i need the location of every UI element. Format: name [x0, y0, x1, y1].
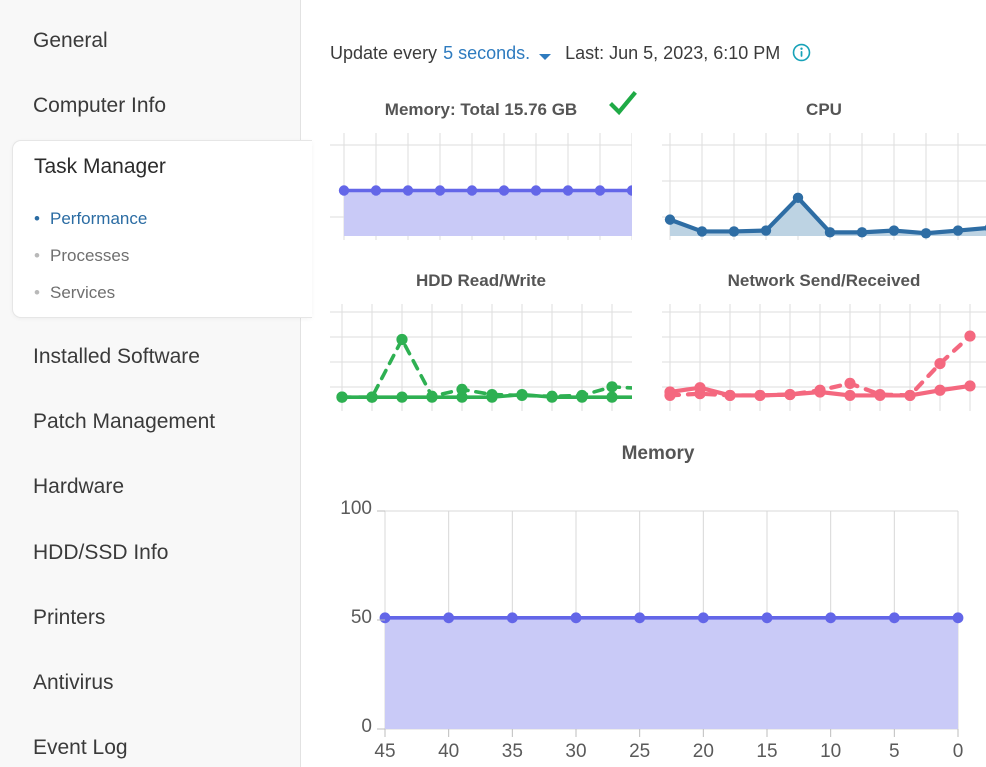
chart-network-mini-canvas — [662, 304, 986, 411]
bullet-icon: • — [34, 209, 40, 228]
x-axis-tick-label: 20 — [692, 741, 714, 762]
info-circle-icon[interactable] — [792, 43, 811, 67]
chart-memory-main: Memory 0 50 100 45 40 35 30 25 20 15 10 5 0 — [330, 443, 986, 767]
sidebar-item-computer-info[interactable]: Computer Info — [0, 73, 300, 138]
x-axis-tick-label: 30 — [565, 741, 587, 762]
sidebar-item-antivirus[interactable]: Antivirus — [0, 650, 300, 715]
x-axis-tick-label: 15 — [756, 741, 778, 762]
refresh-bar: Update every 5 seconds. Last: Jun 5, 202… — [330, 41, 811, 65]
chart-cpu-mini-title: CPU — [806, 100, 842, 119]
sidebar-item-general[interactable]: General — [0, 8, 300, 73]
sidebar-subitem-services[interactable]: • Services — [34, 283, 115, 303]
sidebar-subitem-performance-label: Performance — [50, 209, 148, 228]
chart-memory-main-title: Memory — [621, 443, 695, 464]
last-update-label: Last: Jun 5, 2023, 6:10 PM — [565, 42, 781, 63]
y-axis-tick-label: 0 — [361, 716, 372, 737]
sidebar-item-task-manager-label[interactable]: Task Manager — [34, 155, 166, 179]
chart-memory-mini: Memory: Total 15.76 GB — [330, 100, 632, 240]
sidebar-item-task-manager-card[interactable]: Task Manager • Performance • Processes • Se… — [12, 140, 312, 318]
chart-cpu-mini-canvas — [662, 133, 986, 240]
chart-network-mini: Network Send/Received — [662, 271, 986, 411]
sidebar-item-patch-management[interactable]: Patch Management — [0, 389, 300, 454]
sidebar-subitem-processes-label: Processes — [50, 246, 130, 265]
chart-memory-main-canvas — [377, 510, 964, 737]
x-axis-tick-label: 10 — [820, 741, 842, 762]
chart-hdd-mini-canvas — [330, 304, 632, 411]
update-interval-link[interactable]: 5 seconds. — [443, 43, 530, 64]
sidebar-item-hardware[interactable]: Hardware — [0, 454, 300, 519]
chart-hdd-mini: HDD Read/Write — [330, 271, 632, 411]
y-axis-tick-label: 50 — [350, 607, 372, 628]
update-every-label: Update every — [330, 42, 438, 63]
sidebar-item-printers[interactable]: Printers — [0, 585, 300, 650]
x-axis-tick-label: 45 — [374, 741, 396, 762]
chart-cpu-mini: CPU — [662, 100, 986, 240]
chart-memory-mini-canvas — [330, 133, 632, 240]
chart-network-mini-title: Network Send/Received — [727, 271, 921, 290]
x-axis-tick-label: 0 — [952, 741, 964, 762]
sidebar-item-installed-software[interactable]: Installed Software — [0, 324, 300, 389]
sidebar-item-hdd-ssd-info[interactable]: HDD/SSD Info — [0, 520, 300, 585]
chevron-down-icon[interactable] — [539, 54, 552, 60]
sidebar-item-event-log[interactable]: Event Log — [0, 715, 300, 767]
x-axis-tick-label: 35 — [501, 741, 523, 762]
bullet-icon: • — [34, 283, 40, 302]
sidebar-subitem-processes[interactable]: • Processes — [34, 246, 129, 266]
y-axis-tick-label: 100 — [340, 498, 372, 519]
sidebar-subitem-services-label: Services — [50, 283, 116, 302]
x-axis-tick-label: 25 — [629, 741, 651, 762]
bullet-icon: • — [34, 246, 40, 265]
x-axis-tick-label: 40 — [438, 741, 460, 762]
sidebar: General Computer Info Installed Software… — [0, 0, 312, 767]
sidebar-subitem-performance[interactable]: • Performance — [34, 209, 147, 229]
chart-memory-mini-title: Memory: Total 15.76 GB — [384, 100, 578, 119]
chart-hdd-mini-title: HDD Read/Write — [415, 271, 547, 290]
x-axis-tick-label: 5 — [889, 741, 900, 762]
green-check-icon — [608, 90, 638, 120]
task-manager-performance-page: General Computer Info Installed Software… — [0, 0, 986, 767]
